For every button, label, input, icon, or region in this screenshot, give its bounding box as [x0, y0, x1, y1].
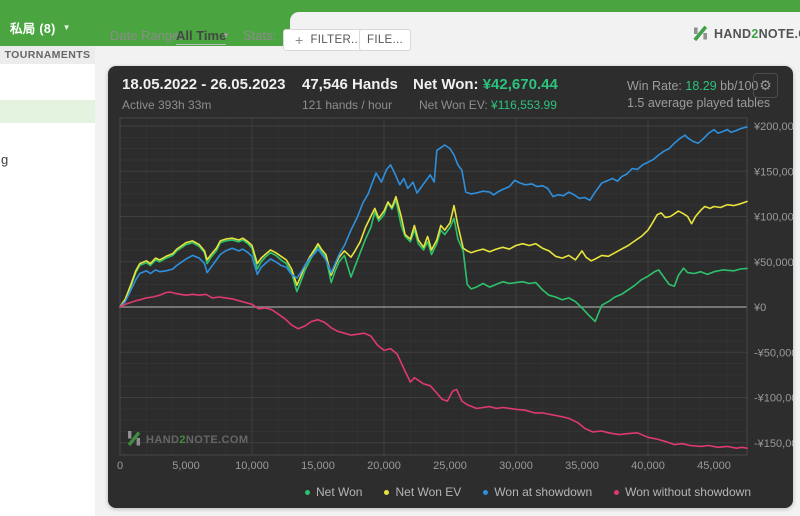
svg-text:-¥150,000: -¥150,000 [754, 438, 793, 450]
stats-label: Stats: [243, 28, 276, 43]
legend-label: Won at showdown [494, 485, 592, 499]
net-won-ev-value: ¥116,553.99 [491, 98, 557, 112]
sidebar-selected-row[interactable] [0, 100, 95, 123]
hand2note-logo-text: HAND2NOTE.COM [714, 27, 800, 41]
active-time: Active 393h 33m [122, 98, 211, 112]
net-won-ev-label: Net Won EV: [419, 98, 488, 112]
winnings-report-panel: 18.05.2022 - 26.05.2023 Active 393h 33m … [108, 66, 793, 508]
svg-text:15,000: 15,000 [301, 460, 335, 472]
sidebar-partial-text: g [1, 152, 8, 167]
svg-text:25,000: 25,000 [433, 460, 467, 472]
svg-text:45,000: 45,000 [697, 460, 731, 472]
hand2note-app: { "icons": { "gear": "⚙", "caret_down": … [0, 0, 800, 516]
hands-per-hour: 121 hands / hour [302, 98, 392, 112]
net-won-ev-row: Net Won EV: ¥116,553.99 [419, 98, 557, 112]
svg-text:5,000: 5,000 [172, 460, 200, 472]
file-button[interactable]: FILE... [359, 29, 411, 51]
legend-dot-icon [483, 490, 488, 495]
net-won-row: Net Won: ¥42,670.44 [413, 76, 558, 93]
legend-item-net-won-ev[interactable]: Net Won EV [384, 485, 461, 499]
plus-icon: + [295, 32, 303, 48]
svg-text:35,000: 35,000 [565, 460, 599, 472]
file-button-label: FILE... [367, 34, 403, 46]
gear-icon: ⚙ [759, 77, 772, 94]
svg-text:30,000: 30,000 [499, 460, 533, 472]
legend-dot-icon [305, 490, 310, 495]
svg-text:10,000: 10,000 [235, 460, 269, 472]
workspace-label: 私局 (8) [10, 18, 56, 37]
date-range-value[interactable]: All Time [176, 28, 226, 45]
date-range-label: Date Range: [110, 28, 183, 43]
winnings-chart[interactable]: HAND2NOTE.COM ¥200,000 ¥150,000 ¥100,000 ¥50… [108, 114, 793, 476]
legend-label: Net Won [316, 485, 362, 499]
hand2note-logo: HAND2NOTE.COM [692, 25, 800, 42]
sidebar: TOURNAMENTS g [0, 46, 95, 516]
svg-text:-¥50,000: -¥50,000 [754, 347, 793, 359]
svg-text:0: 0 [117, 460, 123, 472]
legend-item-won-at-showdown[interactable]: Won at showdown [483, 485, 592, 499]
svg-text:¥150,000: ¥150,000 [753, 166, 793, 178]
svg-text:¥200,000: ¥200,000 [753, 121, 793, 133]
svg-text:¥0: ¥0 [753, 302, 766, 314]
legend-item-net-won[interactable]: Net Won [305, 485, 362, 499]
svg-text:-¥100,000: -¥100,000 [754, 393, 793, 405]
win-rate-value: 18.29 [685, 79, 716, 93]
net-won-value: ¥42,670.44 [483, 76, 558, 93]
win-rate-row: Win Rate: 18.29 bb/100 [627, 79, 758, 93]
svg-text:40,000: 40,000 [631, 460, 665, 472]
tab-tournaments[interactable]: TOURNAMENTS [0, 46, 95, 64]
legend-dot-icon [614, 490, 619, 495]
svg-text:¥50,000: ¥50,000 [753, 257, 793, 269]
legend-dot-icon [384, 490, 389, 495]
win-rate-label: Win Rate: [627, 79, 682, 93]
caret-down-icon[interactable]: ▼ [222, 31, 230, 40]
avg-tables: 1.5 average played tables [627, 96, 770, 110]
date-span: 18.05.2022 - 26.05.2023 [122, 76, 285, 93]
hand2note-logo-icon [692, 25, 709, 42]
svg-text:20,000: 20,000 [367, 460, 401, 472]
caret-down-icon: ▼ [63, 23, 71, 32]
chart-legend: Net Won Net Won EV Won at showdown Won with… [305, 485, 751, 499]
filter-button-label: FILTER... [310, 34, 361, 46]
hands-count: 47,546 Hands [302, 76, 398, 93]
legend-label: Won without showdown [625, 485, 751, 499]
net-won-label: Net Won: [413, 76, 479, 93]
legend-item-won-without-showdown[interactable]: Won without showdown [614, 485, 751, 499]
svg-text:HAND2NOTE.COM: HAND2NOTE.COM [146, 434, 248, 446]
chart-settings-button[interactable]: ⚙ [753, 73, 778, 98]
svg-text:¥100,000: ¥100,000 [753, 212, 793, 224]
legend-label: Net Won EV [395, 485, 461, 499]
workspace-selector[interactable]: 私局 (8) ▼ [10, 18, 71, 37]
